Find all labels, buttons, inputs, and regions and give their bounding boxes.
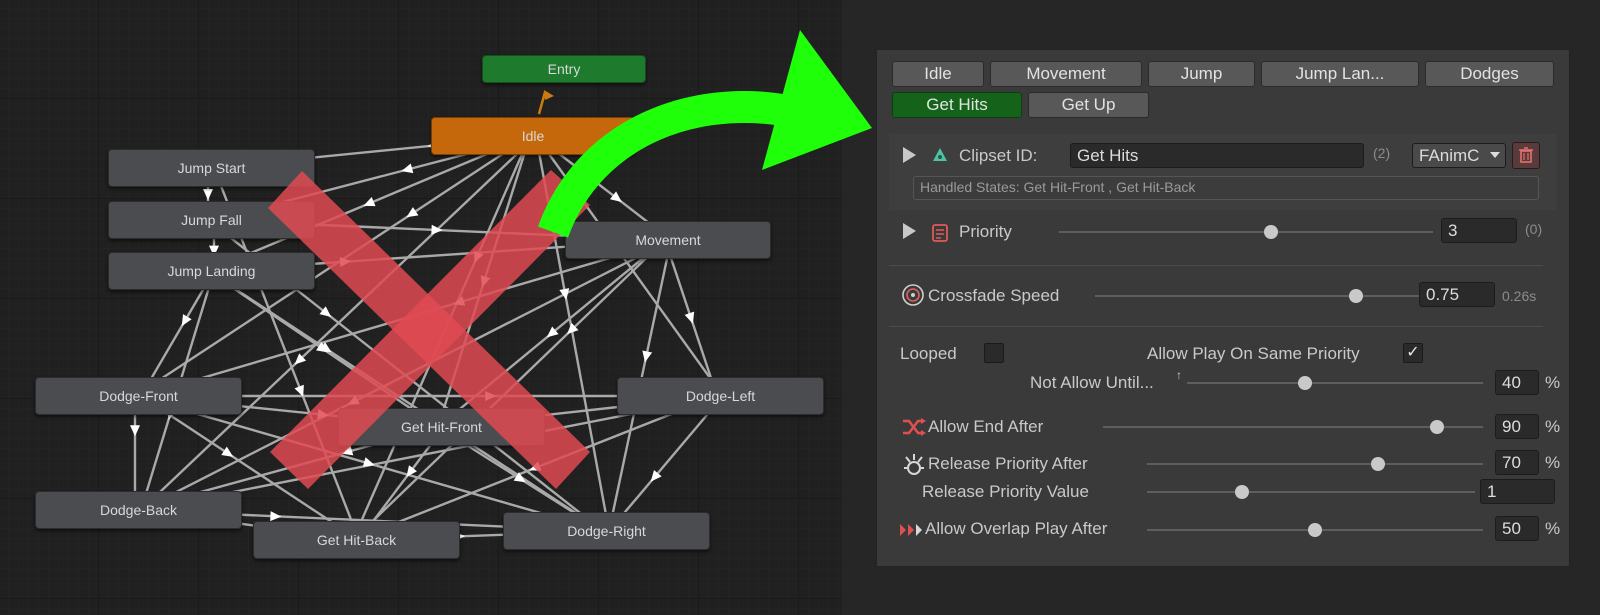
priority-slider-handle[interactable] (1264, 225, 1278, 239)
clipset-label: Clipset ID: (959, 146, 1038, 165)
transition-arrow-icon (181, 314, 192, 327)
transition-arrow-icon (406, 207, 419, 218)
transition-arrow-icon (363, 196, 376, 207)
allow-end-after-slider-track[interactable] (1103, 426, 1483, 428)
transition-line[interactable] (207, 269, 604, 533)
clipset-icon (933, 148, 947, 161)
transition-arrow-icon (203, 189, 213, 200)
delete-button[interactable] (1512, 142, 1540, 169)
allow-end-after-slider-handle[interactable] (1430, 420, 1444, 434)
release-priority-value-label: Release Priority Value (922, 482, 1089, 501)
tab-movement[interactable]: Movement (990, 61, 1142, 87)
transition-arrow-icon (270, 511, 282, 522)
transition-arrow-icon (221, 446, 234, 457)
release-priority-after-slider-track[interactable] (1147, 463, 1483, 465)
state-node-movement[interactable]: Movement (565, 221, 771, 259)
release-icon (904, 454, 924, 475)
allow-same-priority-checkbox[interactable]: ✓ (1403, 343, 1423, 363)
entry-transition-arrow (537, 90, 554, 115)
tab-idle[interactable]: Idle (892, 61, 984, 87)
release-priority-after-label: Release Priority After (928, 454, 1088, 473)
state-node-get-hit-front[interactable]: Get Hit-Front (338, 408, 545, 446)
state-node-jump-fall[interactable]: Jump Fall (108, 201, 315, 239)
clipset-id-input[interactable]: Get Hits (1070, 143, 1364, 168)
release-priority-value-input[interactable]: 1 (1480, 479, 1555, 504)
crossfade-hint: 0.26s (1502, 288, 1537, 304)
foldout-arrow-icon[interactable] (903, 147, 916, 163)
transition-arrow-icon (684, 311, 695, 324)
state-node-get-hit-back[interactable]: Get Hit-Back (253, 521, 460, 559)
state-node-jump-start[interactable]: Jump Start (108, 149, 315, 187)
allow-overlap-slider-handle[interactable] (1308, 523, 1322, 537)
chevron-down-icon (1490, 152, 1500, 158)
transition-arrow-icon (130, 425, 140, 437)
release-priority-after-slider-handle[interactable] (1371, 457, 1385, 471)
allow-end-after-input[interactable]: 90 (1495, 414, 1539, 439)
trash-icon (1519, 147, 1533, 163)
state-node-dodge-right[interactable]: Dodge-Right (503, 512, 710, 550)
release-priority-after-input[interactable]: 70 (1495, 450, 1539, 475)
allow-overlap-input[interactable]: 50 (1495, 516, 1539, 541)
checkmark-icon: ✓ (1406, 344, 1420, 361)
fast-forward-icon (900, 524, 922, 536)
release-priority-value-slider-track[interactable] (1147, 491, 1475, 493)
release-priority-value-slider-handle[interactable] (1235, 485, 1249, 499)
transition-line[interactable] (534, 135, 611, 532)
looped-checkbox[interactable] (984, 343, 1004, 363)
clipboard-icon (932, 224, 948, 242)
tab-jump[interactable]: Jump (1148, 61, 1255, 87)
clipset-dropdown-value: FAnimC (1419, 146, 1480, 165)
shuffle-icon (903, 418, 926, 436)
state-node-jump-landing[interactable]: Jump Landing (108, 252, 315, 290)
crossfade-speed-label: Crossfade Speed (928, 286, 1060, 305)
crossfade-icon (902, 284, 924, 306)
percent-unit: % (1545, 519, 1561, 538)
handled-states-field: Handled States: Get Hit-Front , Get Hit-… (913, 176, 1539, 200)
state-inspector-panel: Idle Movement Jump Jump Lan... Dodges Ge… (876, 49, 1570, 567)
state-node-dodge-left[interactable]: Dodge-Left (617, 377, 824, 415)
transition-line[interactable] (535, 135, 724, 397)
percent-unit: % (1545, 373, 1561, 392)
crossfade-slider-handle[interactable] (1349, 289, 1363, 303)
priority-foldout-arrow-icon[interactable] (903, 223, 916, 239)
animator-graph[interactable]: Entry Idle Jump Start Jump Fall Jump Lan… (0, 0, 842, 615)
allow-overlap-play-after-label: Allow Overlap Play After (925, 519, 1108, 538)
not-allow-until-input[interactable]: 40 (1495, 370, 1539, 395)
transition-arrow-icon (480, 275, 491, 288)
not-allow-until-slider-handle[interactable] (1298, 376, 1312, 390)
priority-input[interactable]: 3 (1441, 218, 1517, 243)
not-allow-until-slider-track[interactable] (1187, 382, 1483, 384)
divider (889, 265, 1543, 266)
state-node-entry[interactable]: Entry (482, 55, 646, 83)
transition-arrow-icon (485, 391, 497, 401)
tab-jump-landing[interactable]: Jump Lan... (1261, 61, 1419, 87)
percent-unit: % (1545, 417, 1561, 436)
priority-label: Priority (959, 222, 1012, 241)
state-node-idle[interactable]: Idle (431, 117, 635, 155)
state-node-dodge-back[interactable]: Dodge-Back (35, 491, 242, 529)
percent-unit: % (1545, 453, 1561, 472)
tab-get-up[interactable]: Get Up (1028, 92, 1149, 118)
clipset-dropdown[interactable]: FAnimC (1412, 143, 1506, 168)
crossfade-speed-input[interactable]: 0.75 (1419, 282, 1495, 307)
looped-label: Looped (900, 344, 957, 363)
tab-dodges[interactable]: Dodges (1425, 61, 1554, 87)
tab-get-hits[interactable]: Get Hits (892, 92, 1022, 118)
clipset-count: (2) (1373, 145, 1391, 161)
allow-same-priority-label: Allow Play On Same Priority (1147, 344, 1360, 363)
state-node-dodge-front[interactable]: Dodge-Front (35, 377, 242, 415)
allow-end-after-label: Allow End After (928, 417, 1044, 436)
priority-hint: (0) (1525, 221, 1543, 237)
not-allow-until-label: Not Allow Until... (1030, 373, 1154, 392)
crossfade-slider-track[interactable] (1095, 295, 1423, 297)
pin-icon: ↑ (1176, 368, 1182, 382)
priority-slider-track[interactable] (1059, 231, 1433, 233)
divider (889, 326, 1543, 327)
